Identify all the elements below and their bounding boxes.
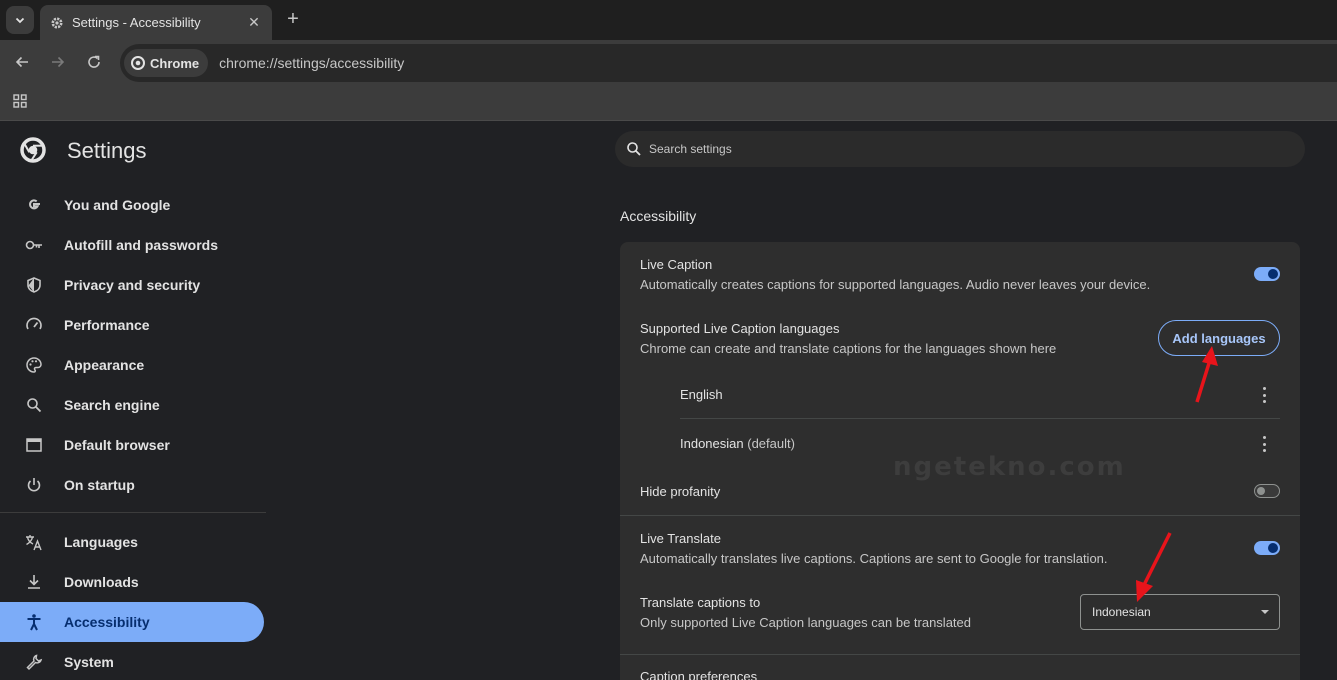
- power-icon: [24, 475, 44, 495]
- sidebar-item-label: Appearance: [64, 357, 145, 373]
- tab-settings-accessibility[interactable]: Settings - Accessibility ✕: [40, 5, 272, 40]
- section-divider: [620, 654, 1300, 655]
- sidebar-item-search-engine[interactable]: Search engine: [0, 385, 264, 425]
- chrome-logo-icon: [20, 137, 46, 168]
- sidebar-item-privacy[interactable]: Privacy and security: [0, 265, 264, 305]
- apps-grid-icon[interactable]: [12, 93, 28, 114]
- supported-languages-subtitle: Chrome can create and translate captions…: [640, 341, 1057, 356]
- sidebar-item-performance[interactable]: Performance: [0, 305, 264, 345]
- language-name: English: [680, 387, 723, 402]
- list-divider: [680, 418, 1280, 419]
- nav-divider: [0, 512, 266, 513]
- reload-icon: [88, 55, 100, 68]
- forward-button[interactable]: [47, 51, 69, 73]
- url-text[interactable]: chrome://settings/accessibility: [219, 55, 404, 71]
- sidebar-item-on-startup[interactable]: On startup: [0, 465, 264, 505]
- site-info-chip[interactable]: Chrome: [124, 49, 209, 77]
- sidebar-item-label: Languages: [64, 534, 138, 550]
- sidebar-item-label: Performance: [64, 317, 150, 333]
- toggle-knob: [1268, 543, 1278, 553]
- download-icon: [24, 572, 44, 592]
- chip-label: Chrome: [150, 55, 200, 71]
- caption-preferences-title[interactable]: Caption preferences: [640, 669, 757, 680]
- browser-window-icon: [24, 435, 44, 455]
- page-title: Settings: [67, 138, 147, 163]
- watermark-text: ngetekno.com: [893, 452, 1126, 482]
- sidebar-item-label: On startup: [64, 477, 135, 493]
- sidebar-item-appearance[interactable]: Appearance: [0, 345, 264, 385]
- translate-language-select[interactable]: Indonesian: [1080, 594, 1280, 630]
- live-caption-title: Live Caption: [640, 257, 713, 272]
- live-translate-subtitle: Automatically translates live captions. …: [640, 551, 1108, 566]
- chrome-logo-icon: [131, 56, 145, 70]
- sidebar-item-label: Search engine: [64, 397, 160, 413]
- sidebar-item-autofill[interactable]: Autofill and passwords: [0, 225, 264, 265]
- live-translate-toggle[interactable]: [1254, 541, 1280, 555]
- live-caption-toggle[interactable]: [1254, 267, 1280, 281]
- sidebar-item-languages[interactable]: Languages: [0, 522, 264, 562]
- google-g-icon: [24, 195, 44, 215]
- toggle-knob: [1268, 269, 1278, 279]
- annotation-arrow-icon: [1195, 346, 1218, 403]
- sidebar-item-you-and-google[interactable]: You and Google: [0, 185, 264, 225]
- settings-nav: You and Google Autofill and passwords Pr…: [0, 185, 266, 680]
- omnibox[interactable]: Chrome chrome://settings/accessibility: [120, 44, 1337, 82]
- live-caption-subtitle: Automatically creates captions for suppo…: [640, 277, 1151, 292]
- sidebar-item-accessibility[interactable]: Accessibility: [0, 602, 264, 642]
- language-item: Indonesian (default): [680, 436, 795, 451]
- new-tab-button[interactable]: +: [282, 8, 304, 30]
- search-icon: [24, 395, 44, 415]
- sidebar-item-label: Privacy and security: [64, 277, 201, 293]
- search-placeholder: Search settings: [649, 142, 732, 156]
- shield-icon: [24, 275, 44, 295]
- key-icon: [24, 235, 44, 255]
- toggle-knob: [1257, 487, 1265, 495]
- section-divider: [620, 515, 1300, 516]
- palette-icon: [24, 355, 44, 375]
- back-button[interactable]: [11, 51, 33, 73]
- sidebar-item-downloads[interactable]: Downloads: [0, 562, 264, 602]
- hide-profanity-toggle[interactable]: [1254, 484, 1280, 498]
- tab-strip: Settings - Accessibility ✕ +: [0, 0, 1337, 40]
- search-input[interactable]: Search settings: [615, 131, 1305, 167]
- translate-icon: [24, 532, 44, 552]
- translate-captions-title: Translate captions to: [640, 595, 761, 610]
- close-icon[interactable]: ✕: [246, 14, 262, 31]
- sidebar-item-label: System: [64, 654, 114, 670]
- sidebar-item-label: Accessibility: [64, 614, 150, 630]
- sidebar-item-label: Default browser: [64, 437, 170, 453]
- chevron-down-icon: [15, 17, 25, 24]
- supported-languages-title: Supported Live Caption languages: [640, 321, 840, 336]
- live-translate-title: Live Translate: [640, 531, 721, 546]
- annotation-arrow-icon: [1136, 532, 1172, 602]
- arrow-right-icon: [52, 56, 65, 68]
- language-item: English: [680, 387, 723, 402]
- sidebar-item-default-browser[interactable]: Default browser: [0, 425, 264, 465]
- reload-button[interactable]: [83, 51, 105, 73]
- accessibility-icon: [24, 612, 44, 632]
- tab-title: Settings - Accessibility: [72, 15, 201, 30]
- section-title: Accessibility: [620, 208, 697, 224]
- language-name: Indonesian: [680, 436, 744, 451]
- sidebar-item-label: Downloads: [64, 574, 139, 590]
- wrench-icon: [24, 652, 44, 672]
- sidebar-item-label: Autofill and passwords: [64, 237, 219, 253]
- sidebar-item-label: You and Google: [64, 197, 171, 213]
- sidebar-item-system[interactable]: System: [0, 642, 264, 680]
- hide-profanity-title: Hide profanity: [640, 484, 721, 499]
- speedometer-icon: [24, 315, 44, 335]
- toolbar: Chrome chrome://settings/accessibility: [0, 40, 1337, 84]
- translate-captions-subtitle: Only supported Live Caption languages ca…: [640, 615, 971, 630]
- gear-icon: [51, 17, 63, 28]
- default-tag: (default): [747, 436, 795, 451]
- select-value: Indonesian: [1092, 605, 1151, 619]
- arrow-left-icon: [15, 56, 28, 68]
- dropdown-arrow-icon: [1261, 610, 1269, 614]
- more-vert-icon[interactable]: [1262, 387, 1266, 403]
- tab-search-button[interactable]: [6, 6, 34, 34]
- bookmarks-bar: [0, 84, 1337, 121]
- more-vert-icon[interactable]: [1262, 436, 1266, 452]
- search-icon: [627, 142, 641, 156]
